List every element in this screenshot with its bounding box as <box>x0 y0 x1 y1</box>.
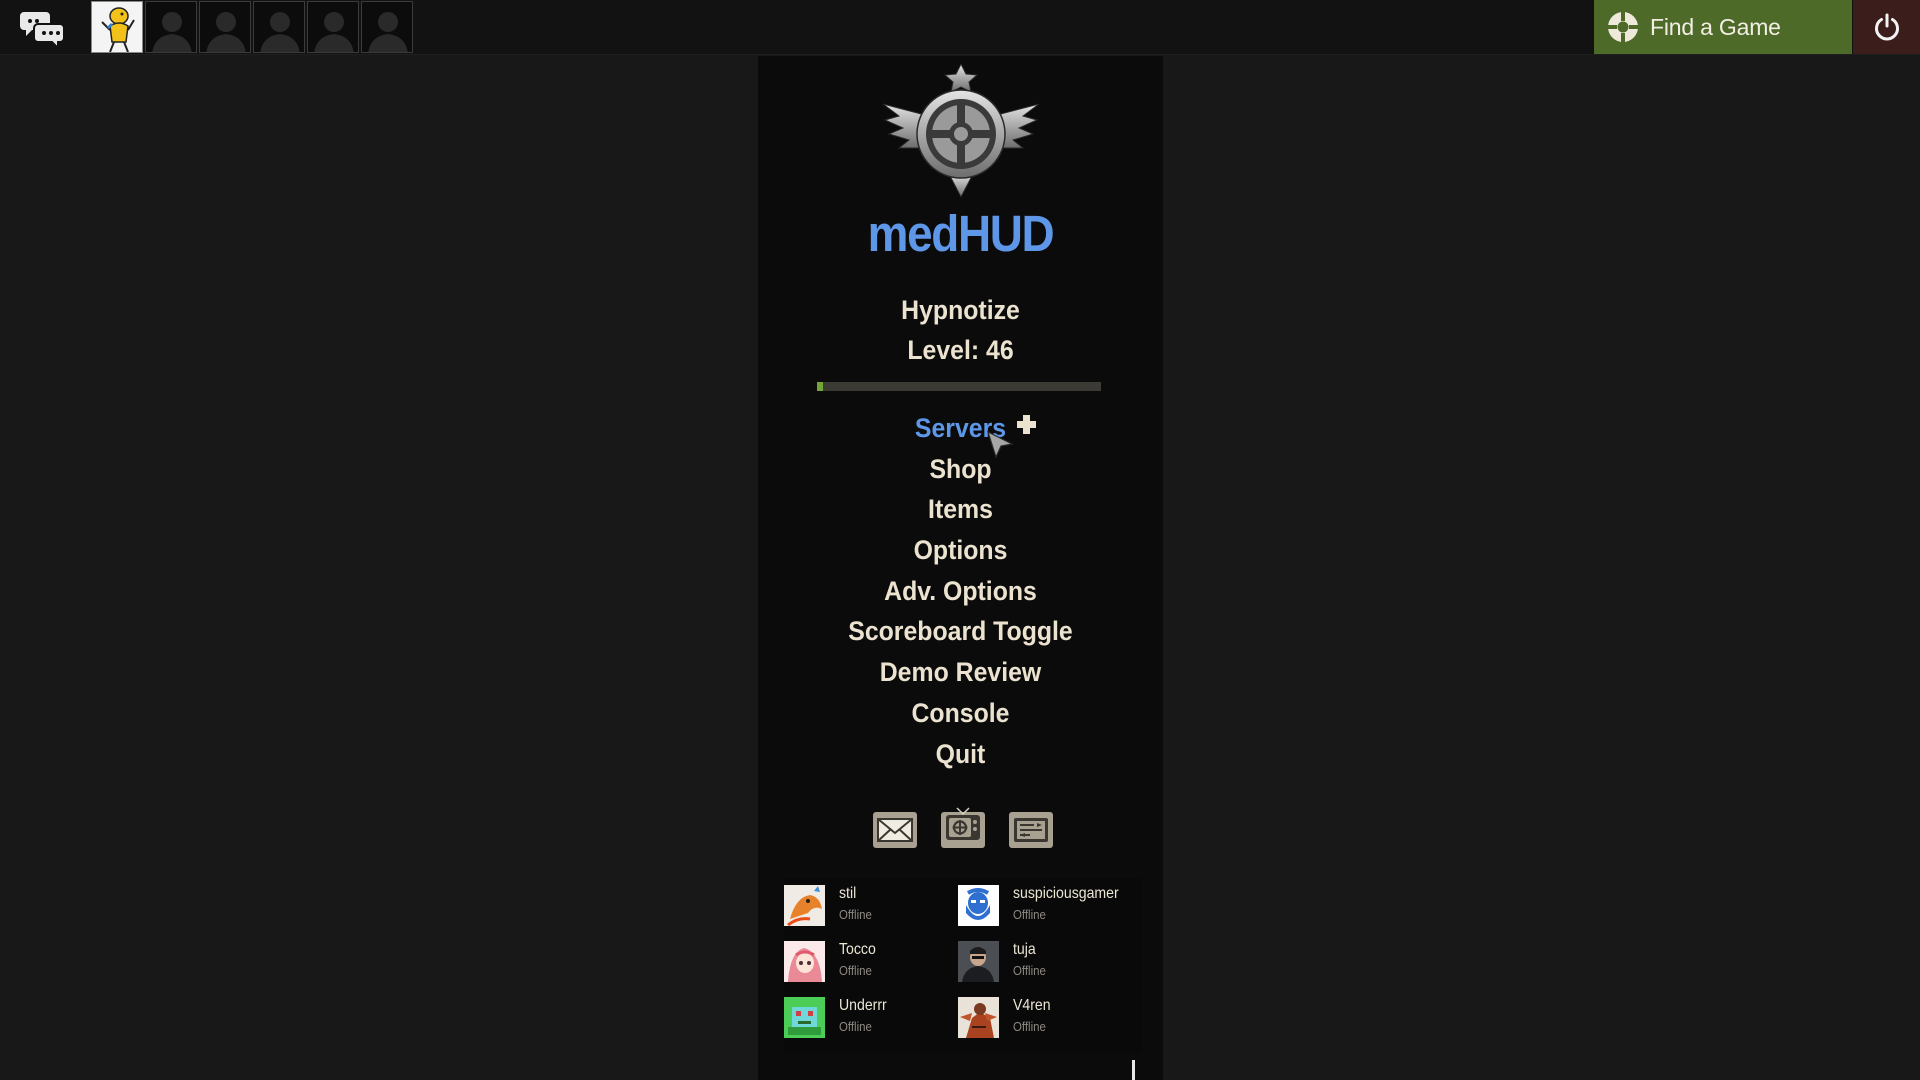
chat-icon[interactable] <box>20 6 66 51</box>
silhouette-icon <box>152 12 192 52</box>
friends-list: stil Offline suspiciousgamer Offline Tocco Of… <box>784 878 1141 1080</box>
menu-item-console[interactable]: Console <box>774 693 1147 734</box>
quick-access-icons <box>873 807 1053 848</box>
tf2-emblem-icon <box>882 64 1040 197</box>
party-slot-empty[interactable] <box>361 1 413 53</box>
friend-name: Underrr <box>839 997 887 1014</box>
friend-name: Tocco <box>839 941 876 958</box>
friend-status: Offline <box>839 907 872 922</box>
menu-item-demo-review[interactable]: Demo Review <box>774 652 1147 693</box>
silhouette-icon <box>314 12 354 52</box>
friend-entry[interactable]: Tocco Offline <box>784 941 954 987</box>
power-icon <box>1874 13 1899 41</box>
party-slot-empty[interactable] <box>145 1 197 53</box>
friend-name: V4ren <box>1013 997 1051 1014</box>
silhouette-icon <box>206 12 246 52</box>
party-slots <box>91 1 413 54</box>
menu-item-shop[interactable]: Shop <box>774 449 1147 490</box>
friend-avatar <box>784 997 825 1038</box>
player-avatar <box>92 2 142 52</box>
find-game-label: Find a Game <box>1650 13 1781 40</box>
friend-name: tuja <box>1013 941 1036 958</box>
friends-scrollbar[interactable] <box>1132 1060 1135 1080</box>
friend-status: Offline <box>839 1019 872 1034</box>
party-slot-empty[interactable] <box>253 1 305 53</box>
party-slot-empty[interactable] <box>199 1 251 53</box>
xp-progress-fill <box>817 382 823 391</box>
hud-title: medHUD <box>867 205 1055 262</box>
menu-item-adv-options[interactable]: Adv. Options <box>774 571 1147 612</box>
friend-status: Offline <box>1013 963 1046 978</box>
player-name: Hypnotize <box>901 295 1020 325</box>
friend-avatar <box>958 997 999 1038</box>
main-menu-panel: medHUD Hypnotize Level: 46 Servers Shop It… <box>758 56 1163 1080</box>
menu-item-servers[interactable]: Servers <box>774 408 1147 449</box>
xp-progress-bar <box>817 382 1101 391</box>
menu-item-options[interactable]: Options <box>774 530 1147 571</box>
top-bar: Find a Game <box>0 0 1920 55</box>
friend-name: stil <box>839 885 857 902</box>
main-menu-list: Servers Shop Items Options Adv. Options Score… <box>758 408 1163 774</box>
friend-avatar <box>784 941 825 982</box>
menu-item-scoreboard-toggle[interactable]: Scoreboard Toggle <box>774 611 1147 652</box>
party-slot-empty[interactable] <box>307 1 359 53</box>
friend-name: suspiciousgamer <box>1013 885 1119 902</box>
friend-status: Offline <box>1013 1019 1046 1034</box>
friend-avatar <box>958 941 999 982</box>
friend-avatar <box>784 885 825 926</box>
friend-avatar <box>958 885 999 926</box>
power-button[interactable] <box>1853 0 1920 54</box>
friend-entry[interactable]: tuja Offline <box>958 941 1128 987</box>
friend-entry[interactable]: Underrr Offline <box>784 997 954 1043</box>
create-server-plus-icon[interactable] <box>1017 415 1036 434</box>
menu-item-quit[interactable]: Quit <box>774 734 1147 775</box>
tf2-logo-icon <box>1607 11 1639 43</box>
silhouette-icon <box>368 12 408 52</box>
tv-icon[interactable] <box>941 807 985 848</box>
friend-status: Offline <box>1013 907 1046 922</box>
player-level: Level: 46 <box>907 335 1014 365</box>
friend-entry[interactable]: stil Offline <box>784 885 954 931</box>
friend-status: Offline <box>839 963 872 978</box>
mail-icon[interactable] <box>873 812 917 848</box>
replay-icon[interactable] <box>1009 812 1053 848</box>
menu-item-items[interactable]: Items <box>774 489 1147 530</box>
find-game-button[interactable]: Find a Game <box>1594 0 1852 54</box>
silhouette-icon <box>260 12 300 52</box>
friend-entry[interactable]: suspiciousgamer Offline <box>958 885 1128 931</box>
party-slot-self[interactable] <box>91 1 143 53</box>
friend-entry[interactable]: V4ren Offline <box>958 997 1128 1043</box>
